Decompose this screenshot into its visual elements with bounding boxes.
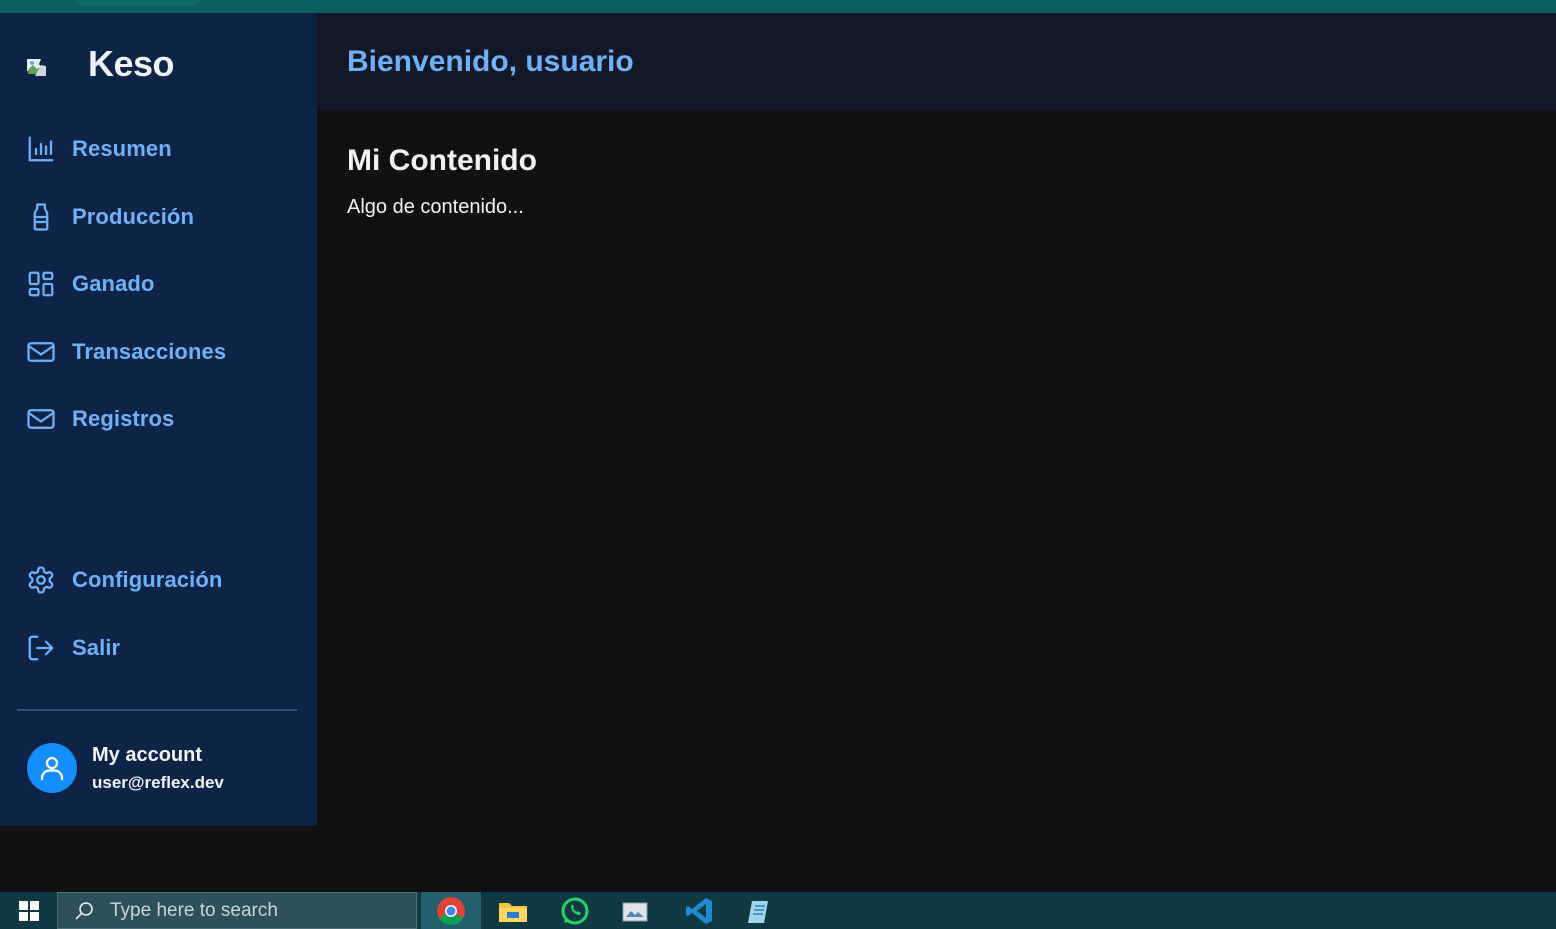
taskbar-app-notepad[interactable] <box>731 892 791 929</box>
taskbar-app-chrome[interactable] <box>421 892 481 929</box>
user-icon <box>40 756 64 781</box>
sidebar-item-resumen[interactable]: Resumen <box>26 129 296 169</box>
tab-pill <box>76 0 200 5</box>
welcome-heading: Bienvenido, usuario <box>347 45 634 78</box>
layout-grid-icon <box>28 271 54 297</box>
avatar[interactable] <box>27 743 77 793</box>
sidebar-divider <box>17 709 297 711</box>
sidebar-item-label: Ganado <box>72 271 155 296</box>
windows-logo-icon <box>18 900 39 921</box>
page-title: Mi Contenido <box>347 144 537 177</box>
browser-top-strip <box>0 0 1556 13</box>
sidebar-item-produccion[interactable]: Producción <box>26 197 296 237</box>
taskbar-app-explorer[interactable] <box>483 892 543 929</box>
sidebar-item-ganado[interactable]: Ganado <box>26 264 296 304</box>
sidebar-item-registros[interactable]: Registros <box>26 399 296 439</box>
notepad-icon <box>748 900 768 923</box>
taskbar-app-photos[interactable] <box>606 892 666 929</box>
whatsapp-icon <box>561 897 589 924</box>
taskbar-app-vscode[interactable] <box>669 892 729 929</box>
start-button[interactable] <box>0 892 57 929</box>
log-out-icon <box>28 635 54 661</box>
search-icon <box>75 901 93 920</box>
search-placeholder: Type here to search <box>110 899 278 921</box>
account-name: My account <box>92 744 203 766</box>
account-email: user@reflex.dev <box>92 773 224 792</box>
broken-logo-image-icon <box>27 59 46 76</box>
page-bottom-area <box>0 826 1556 892</box>
chrome-icon <box>437 896 465 925</box>
windows-taskbar: Type here to search <box>0 892 1556 929</box>
main-content: Mi Contenido Algo de contenido... <box>317 110 1556 826</box>
brand-name: Keso <box>88 43 175 84</box>
content-text: Algo de contenido... <box>347 196 524 218</box>
sidebar: Keso Resumen Producción Ganado Transacci… <box>0 13 317 826</box>
sidebar-item-label: Resumen <box>72 136 172 161</box>
bar-chart-icon <box>28 136 54 162</box>
sidebar-item-salir[interactable]: Salir <box>26 628 296 668</box>
taskbar-app-whatsapp[interactable] <box>545 892 605 929</box>
vscode-icon <box>686 897 712 924</box>
sidebar-item-label: Registros <box>72 406 175 431</box>
sidebar-item-label: Salir <box>72 635 121 660</box>
file-explorer-icon <box>499 902 527 922</box>
sidebar-item-label: Producción <box>72 204 195 229</box>
sidebar-item-label: Configuración <box>72 567 223 592</box>
sidebar-item-transacciones[interactable]: Transacciones <box>26 332 296 372</box>
mail-icon <box>27 342 55 362</box>
page-header: Bienvenido, usuario <box>317 13 1556 110</box>
mail-icon <box>27 409 55 429</box>
sidebar-item-label: Transacciones <box>72 339 227 364</box>
sidebar-item-configuracion[interactable]: Configuración <box>26 560 296 600</box>
taskbar-search-box[interactable]: Type here to search <box>57 892 417 929</box>
bottle-icon <box>33 203 49 231</box>
photos-icon <box>622 902 648 921</box>
settings-icon <box>28 566 54 594</box>
